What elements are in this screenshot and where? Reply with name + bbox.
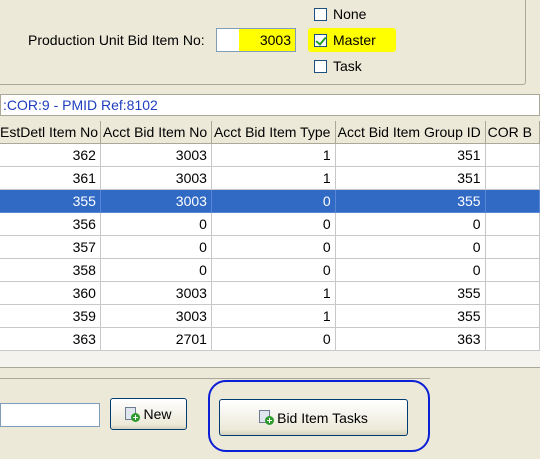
option-none[interactable]: None [314, 4, 366, 24]
none-label: None [333, 6, 367, 22]
task-label: Task [333, 58, 362, 74]
table-row[interactable]: 363 2701 0 363 [0, 327, 540, 351]
cell: 3003 [100, 281, 212, 305]
cell: 0 [211, 235, 336, 259]
cell [485, 235, 540, 259]
text-input[interactable] [0, 403, 100, 427]
grid-empty-area [0, 351, 540, 367]
new-button-label: New [143, 406, 172, 422]
cell: 0 [100, 235, 212, 259]
cell [485, 327, 540, 351]
toolbar-separator [0, 378, 430, 379]
master-label: Master [333, 32, 376, 48]
table-row[interactable]: 362 3003 1 351 [0, 143, 540, 167]
cell: 0 [211, 189, 336, 213]
cell [485, 143, 540, 167]
cell: 356 [0, 212, 101, 236]
option-task[interactable]: Task [314, 56, 362, 76]
cell: 3003 [100, 304, 212, 328]
cell: 355 [335, 281, 486, 305]
cell: 0 [211, 258, 336, 282]
cell: 0 [335, 235, 486, 259]
table-row[interactable]: 359 3003 1 355 [0, 304, 540, 328]
task-checkbox[interactable] [314, 59, 327, 73]
options-panel: Production Unit Bid Item No: 3003 None M… [0, 0, 540, 87]
table-row[interactable]: 357 0 0 0 [0, 235, 540, 259]
new-button[interactable]: New [110, 398, 187, 430]
cell: 357 [0, 235, 101, 259]
production-unit-label: Production Unit Bid Item No: [28, 32, 205, 48]
cell [485, 212, 540, 236]
cell: 355 [335, 304, 486, 328]
cell: 362 [0, 143, 101, 167]
table-row[interactable]: 361 3003 1 351 [0, 166, 540, 190]
cell [485, 166, 540, 190]
cell: 0 [211, 212, 336, 236]
table-row[interactable]: 358 0 0 0 [0, 258, 540, 282]
reference-bar: :COR:9 - PMID Ref:8102 [0, 94, 540, 116]
cell: 363 [0, 327, 101, 351]
col-acct-bid-item-type[interactable]: Acct Bid Item Type [211, 121, 336, 144]
cell: 3003 [100, 166, 212, 190]
cell: 360 [0, 281, 101, 305]
col-acct-bid-item-group-id[interactable]: Acct Bid Item Group ID [335, 121, 486, 144]
table-row[interactable]: 360 3003 1 355 [0, 281, 540, 305]
cell: 351 [335, 166, 486, 190]
cell: 351 [335, 143, 486, 167]
cell: 0 [100, 258, 212, 282]
table-row-selected[interactable]: 355 3003 0 355 [0, 189, 540, 213]
cell [485, 258, 540, 282]
cell: 1 [211, 281, 336, 305]
cell: 1 [211, 304, 336, 328]
col-cor-b[interactable]: COR B [485, 121, 540, 144]
bid-items-grid[interactable]: EstDetl Item No Acct Bid Item No Acct Bi… [0, 121, 540, 368]
grid-table: EstDetl Item No Acct Bid Item No Acct Bi… [0, 121, 540, 351]
cell [485, 189, 540, 213]
cell: 0 [100, 212, 212, 236]
production-unit-value: 3003 [239, 29, 295, 51]
cell: 363 [335, 327, 486, 351]
cell [485, 304, 540, 328]
cell: 358 [0, 258, 101, 282]
grid-header: EstDetl Item No Acct Bid Item No Acct Bi… [0, 121, 540, 144]
cell: 0 [211, 327, 336, 351]
master-checkbox[interactable] [314, 33, 327, 47]
table-row[interactable]: 356 0 0 0 [0, 212, 540, 236]
production-unit-input[interactable]: 3003 [216, 28, 296, 52]
col-estdetl-item-no[interactable]: EstDetl Item No [0, 121, 101, 144]
option-master[interactable]: Master [314, 30, 376, 50]
cell: 361 [0, 166, 101, 190]
cell: 1 [211, 143, 336, 167]
cell: 359 [0, 304, 101, 328]
cell: 355 [0, 189, 101, 213]
new-document-icon [125, 406, 141, 422]
cell: 0 [335, 258, 486, 282]
col-acct-bid-item-no[interactable]: Acct Bid Item No [100, 121, 212, 144]
cell: 355 [335, 189, 486, 213]
cell: 3003 [100, 189, 212, 213]
cell: 2701 [100, 327, 212, 351]
cell: 0 [335, 212, 486, 236]
cell [485, 281, 540, 305]
cell: 3003 [100, 143, 212, 167]
cell: 1 [211, 166, 336, 190]
none-checkbox[interactable] [314, 7, 327, 21]
annotation-circle [208, 380, 430, 452]
